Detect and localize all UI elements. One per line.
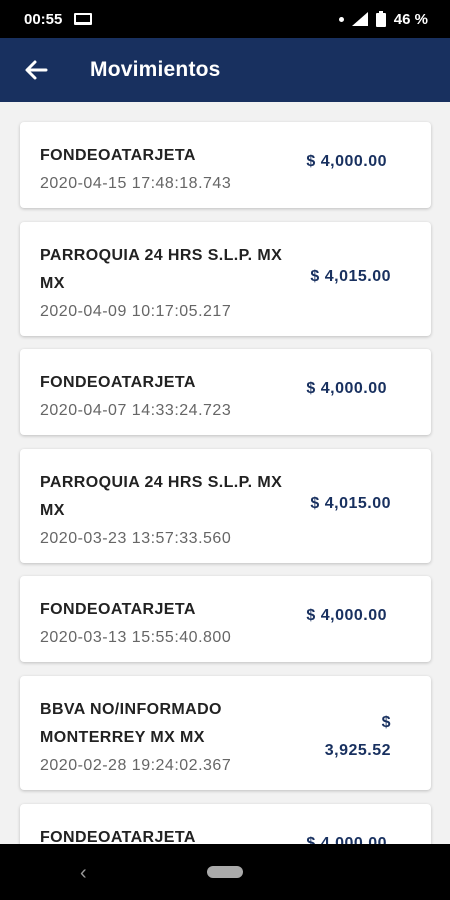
transaction-title: FONDEOATARJETA (40, 829, 196, 844)
transaction-info: FONDEOATARJETA 2020-03-13 15:55:40.800 (40, 596, 290, 652)
signal-icon (351, 12, 368, 26)
transaction-amount: $ 4,015.00 (310, 268, 391, 285)
transaction-card[interactable]: PARROQUIA 24 HRS S.L.P. MX MX 2020-03-23… (20, 449, 431, 563)
transaction-title: PARROQUIA 24 HRS S.L.P. MX MX (40, 247, 283, 292)
transactions-list[interactable]: FONDEOATARJETA 2020-04-15 17:48:18.743 $… (0, 102, 450, 844)
transaction-info: PARROQUIA 24 HRS S.L.P. MX MX 2020-04-09… (40, 242, 290, 326)
transaction-date: 2020-03-13 15:55:40.800 (40, 629, 232, 646)
transaction-info: PARROQUIA 24 HRS S.L.P. MX MX 2020-03-23… (40, 469, 290, 553)
back-button[interactable] (22, 56, 50, 84)
system-nav-bar: ‹ (0, 844, 450, 900)
transaction-card[interactable]: FONDEOATARJETA 2020-04-07 14:33:24.723 $… (20, 349, 431, 435)
transaction-card[interactable]: FONDEOATARJETA 2020-04-15 17:48:18.743 $… (20, 122, 431, 208)
transaction-info: FONDEOATARJETA (40, 824, 290, 844)
status-left: 00:55 (24, 10, 93, 28)
transaction-card[interactable]: BBVA NO/INFORMADO MONTERREY MX MX 2020-0… (20, 676, 431, 790)
transaction-info: BBVA NO/INFORMADO MONTERREY MX MX 2020-0… (40, 696, 290, 780)
dot-icon (338, 16, 344, 22)
laptop-icon (74, 13, 93, 25)
transaction-date: 2020-03-23 13:57:33.560 (40, 530, 232, 547)
nav-back-icon[interactable]: ‹ (80, 862, 87, 885)
battery-icon (375, 11, 386, 27)
status-right: 46 % (338, 10, 428, 28)
page-title: Movimientos (90, 58, 221, 81)
transaction-amount: $ 4,000.00 (306, 153, 387, 170)
transaction-title: BBVA NO/INFORMADO MONTERREY MX MX (40, 701, 222, 746)
status-time: 00:55 (24, 10, 63, 28)
transaction-amount: $ 4,000.00 (306, 380, 387, 397)
transaction-title: FONDEOATARJETA (40, 601, 196, 618)
transaction-title: FONDEOATARJETA (40, 374, 196, 391)
transaction-card[interactable]: FONDEOATARJETA 2020-03-13 15:55:40.800 $… (20, 576, 431, 662)
transaction-info: FONDEOATARJETA 2020-04-15 17:48:18.743 (40, 142, 290, 198)
transaction-amount: $ 3,925.52 (324, 714, 391, 759)
battery-level: 46 % (393, 10, 428, 28)
transaction-date: 2020-04-15 17:48:18.743 (40, 175, 232, 192)
arrow-left-icon (25, 60, 48, 80)
transaction-date: 2020-02-28 19:24:02.367 (40, 757, 232, 774)
status-bar: 00:55 46 % (0, 0, 450, 38)
transaction-info: FONDEOATARJETA 2020-04-07 14:33:24.723 (40, 369, 290, 425)
transaction-title: FONDEOATARJETA (40, 147, 196, 164)
transaction-date: 2020-04-09 10:17:05.217 (40, 303, 232, 320)
transaction-title: PARROQUIA 24 HRS S.L.P. MX MX (40, 474, 283, 519)
transaction-amount: $ 4,000.00 (306, 607, 387, 624)
transaction-amount: $ 4,015.00 (310, 495, 391, 512)
transaction-card[interactable]: FONDEOATARJETA $ 4,000.00 (20, 804, 431, 844)
transaction-date: 2020-04-07 14:33:24.723 (40, 402, 232, 419)
transaction-card[interactable]: PARROQUIA 24 HRS S.L.P. MX MX 2020-04-09… (20, 222, 431, 336)
app-bar: Movimientos (0, 38, 450, 102)
nav-home-pill[interactable] (207, 866, 243, 878)
transaction-amount: $ 4,000.00 (306, 835, 387, 844)
